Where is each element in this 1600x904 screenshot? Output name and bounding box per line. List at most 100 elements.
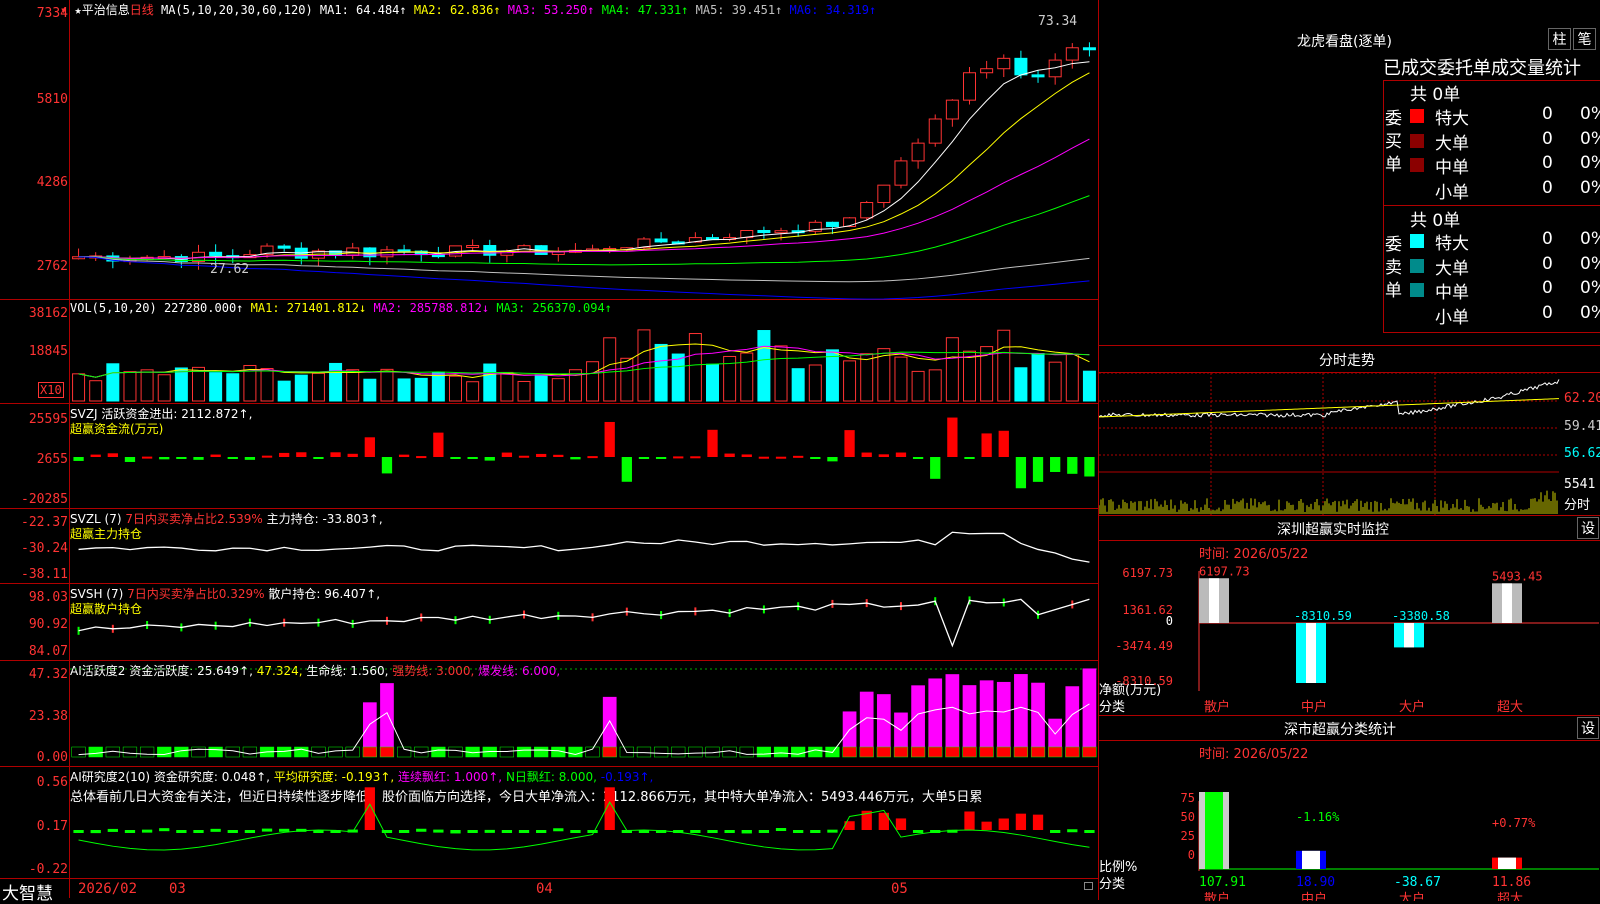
cls-value: 18.90 <box>1296 875 1335 890</box>
lock-icon[interactable] <box>1084 882 1093 890</box>
flow-bar <box>536 453 547 457</box>
longhu-title: 龙虎看盘(逐单) <box>1297 34 1392 50</box>
intraday-chart[interactable] <box>1099 373 1600 516</box>
intraday-tick: 56.62 <box>1564 446 1600 461</box>
stats-title: 已成交委托单成交量统计 <box>1383 58 1581 79</box>
svzj-tick: -20285 <box>21 492 68 507</box>
ma-line-30 <box>78 195 1090 266</box>
cls-bar-highlight <box>1302 850 1320 869</box>
row-label: 小单 <box>1435 182 1469 203</box>
row-label: 大单 <box>1435 258 1469 279</box>
research-bar <box>998 818 1009 830</box>
volume-bar <box>911 370 925 402</box>
volume-chart[interactable] <box>70 300 1098 404</box>
ai-res-tick: 0.56 <box>36 775 68 790</box>
bar-view-button[interactable]: 柱 <box>1548 28 1571 50</box>
retail-holding-line <box>78 598 1090 648</box>
candle-body <box>997 57 1011 70</box>
svzl-panel[interactable]: -22.37 -30.24 -38.11 SVZL (7) 7日内买卖净占比2.… <box>0 509 1098 584</box>
activity-base <box>996 746 1011 758</box>
svsh-tick: 90.92 <box>28 617 68 632</box>
svzj-panel[interactable]: 25595 2655 -20285 SVZJ 活跃资金进出: 2112.872↑… <box>0 404 1098 509</box>
flow-bar <box>587 456 598 459</box>
flow-bar <box>107 453 118 457</box>
candle-body <box>894 160 908 186</box>
volume-bar <box>397 378 411 402</box>
research-bar <box>741 830 752 834</box>
activity-bar <box>979 680 994 757</box>
sz-bar-highlight <box>1306 623 1316 683</box>
intraday-panel[interactable]: 分时走势 62.20 59.41 56.62 5541 分时 <box>1099 345 1600 516</box>
candle-body <box>483 245 497 256</box>
retail-holding-chart[interactable] <box>70 584 1098 661</box>
ai-research-panel[interactable]: 0.56 0.17 -0.22 AI研究度2(10) 资金研究度: 0.048↑… <box>0 767 1098 879</box>
cls-value: 11.86 <box>1492 875 1531 890</box>
flow-bar <box>981 433 992 457</box>
candlestick-chart[interactable] <box>70 0 1098 300</box>
sz-bar-value: 5493.45 <box>1492 569 1543 583</box>
order-stat-row: 特大 0 0% <box>1410 104 1600 129</box>
flow-bar <box>1032 457 1044 482</box>
intraday-unit: 分时 <box>1564 498 1591 513</box>
research-bar <box>775 828 787 832</box>
research-bar <box>964 811 975 830</box>
flow-bar <box>501 452 513 457</box>
row-label: 小单 <box>1435 307 1469 328</box>
cls-bar-highlight <box>1205 792 1223 869</box>
sz-monitor-panel[interactable]: 深圳超赢实时监控 设 时间: 2026/05/22 6197.73 1361.6… <box>1099 515 1600 715</box>
ai-activity-panel[interactable]: 47.32 23.38 0.00 AI活跃度2 资金活跃度: 25.649↑, … <box>0 661 1098 767</box>
sz-bar-chart[interactable]: 6197.73 散户 -8310.59 中户 -3380.58 大户 5493.45 超大 <box>1099 541 1600 716</box>
price-tick: 7334 <box>36 6 68 21</box>
fund-flow-chart[interactable] <box>70 404 1098 509</box>
date-axis: 大智慧 2026/02 03 04 05 <box>0 879 1098 904</box>
volume-bar <box>106 363 120 402</box>
flow-bar <box>210 454 221 457</box>
tick-view-button[interactable]: 笔 <box>1573 28 1596 50</box>
activity-base <box>876 746 891 758</box>
research-bar <box>758 830 770 833</box>
research-bar <box>416 828 427 832</box>
row-pct: 0% <box>1580 302 1600 323</box>
volume-bar <box>449 375 462 402</box>
activity-base <box>1013 746 1029 758</box>
flow-bar <box>775 456 787 459</box>
svzl-tick: -22.37 <box>21 515 68 530</box>
sz-settings-button[interactable]: 设 <box>1577 517 1599 539</box>
svzl-tick: -38.11 <box>21 567 68 582</box>
research-bar <box>1032 814 1044 830</box>
main-holding-chart[interactable] <box>70 509 1098 584</box>
volume-panel[interactable]: 38162 18845 X10 VOL(5,10,20) 227280.000↑… <box>0 300 1098 404</box>
volume-bar <box>808 364 822 402</box>
flow-bar <box>330 452 341 457</box>
activity-base <box>893 746 909 758</box>
cls-settings-button[interactable]: 设 <box>1577 717 1599 739</box>
order-stat-row: 特大 0 0% <box>1410 229 1600 254</box>
sz-category: 大户 <box>1399 699 1425 715</box>
price-panel[interactable]: 7334 5810 4286 2762 ▾ ★平治信息日线 MA(5,10,20… <box>0 0 1098 300</box>
volume-bar <box>740 352 754 402</box>
candle-body <box>980 68 994 74</box>
activity-base <box>379 746 395 758</box>
ai-activity-chart[interactable] <box>70 661 1098 767</box>
intraday-tick: 62.20 <box>1564 391 1600 406</box>
menu-marker-icon[interactable]: ▾ <box>60 3 67 17</box>
flow-bar <box>1084 457 1095 477</box>
order-stat-row: 大单 0 0% <box>1410 129 1600 154</box>
svzj-tick: 2655 <box>36 452 68 467</box>
cls-panel[interactable]: 深市超赢分类统计 设 时间: 2026/05/22 75 50 25 0 比例%… <box>1099 715 1600 901</box>
flow-bar <box>347 453 358 457</box>
svsh-tick: 98.03 <box>28 590 68 605</box>
candle-body <box>911 142 925 162</box>
candle-body <box>466 245 480 249</box>
high-mark: 73.34 <box>1038 14 1078 29</box>
research-bar <box>912 830 924 833</box>
svsh-panel[interactable]: 98.03 90.92 84.07 SVSH (7) 7日内买卖净占比0.329… <box>0 584 1098 661</box>
activity-base <box>431 746 446 758</box>
cls-bar-chart[interactable]: 107.91散户18.90中户-38.67大户11.86超大-1.16% +0.7… <box>1099 741 1600 901</box>
color-swatch <box>1410 182 1424 197</box>
activity-base <box>1048 746 1063 758</box>
ai-research-chart[interactable] <box>70 767 1098 879</box>
flow-bar <box>416 456 427 459</box>
research-bar <box>124 830 136 833</box>
activity-base <box>979 746 994 758</box>
